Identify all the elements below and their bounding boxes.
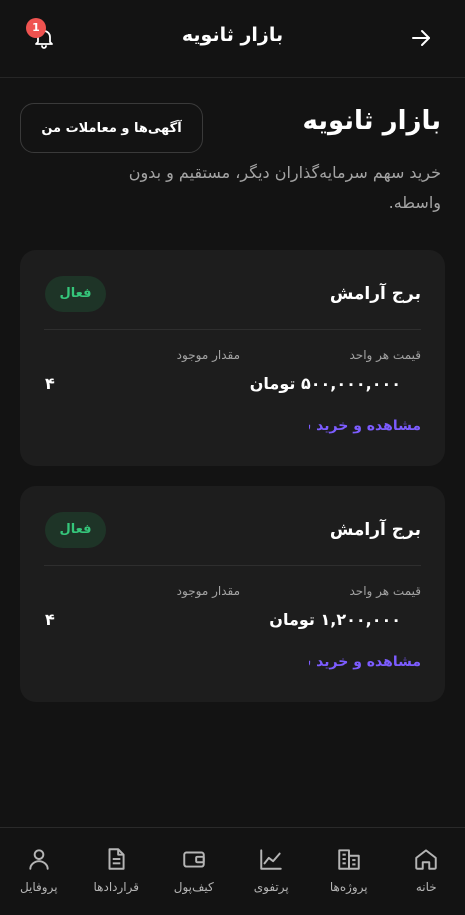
status-badge: فعال bbox=[45, 512, 106, 548]
price-label: قیمت هر واحد bbox=[349, 348, 421, 362]
nav-item-contracts[interactable]: قراردادها bbox=[78, 828, 156, 915]
listing-card: برج آرامش فعال قیمت هر واحد مقدار موجود … bbox=[20, 486, 445, 702]
price-label: قیمت هر واحد bbox=[349, 584, 421, 598]
nav-label: کیف‌پول bbox=[173, 880, 214, 894]
quantity-label: مقدار موجود bbox=[176, 584, 240, 598]
status-badge: فعال bbox=[45, 276, 106, 312]
listing-name: برج آرامش bbox=[329, 520, 421, 540]
quantity-value: ۴ bbox=[45, 610, 55, 629]
nav-label: پروفایل bbox=[19, 880, 58, 894]
chart-icon bbox=[260, 849, 282, 870]
price-value: ۱,۲۰۰,۰۰۰ تومان bbox=[269, 610, 401, 629]
wallet-icon bbox=[183, 851, 205, 868]
notification-badge: 1 bbox=[26, 18, 46, 38]
arrow-right-icon[interactable] bbox=[409, 26, 433, 50]
document-icon bbox=[108, 848, 125, 870]
top-app-bar: بازار ثانویه 1 bbox=[0, 0, 465, 78]
page-title: بازار ثانویه bbox=[302, 106, 441, 136]
nav-label: پروژه‌ها bbox=[329, 880, 368, 894]
nav-item-wallet[interactable]: کیف‌پول bbox=[155, 828, 233, 915]
home-icon bbox=[415, 849, 437, 870]
my-ads-and-trades-button[interactable]: آگهی‌ها و معاملات من bbox=[20, 103, 203, 153]
nav-label: قراردادها bbox=[93, 880, 140, 894]
price-value: ۵۰۰,۰۰۰,۰۰۰ تومان bbox=[249, 374, 401, 393]
card-divider bbox=[44, 329, 421, 330]
view-and-buy-link[interactable]: مشاهده و خرید سهم bbox=[309, 418, 421, 434]
view-and-buy-link[interactable]: مشاهده و خرید سهم bbox=[309, 654, 421, 670]
nav-item-portfolio[interactable]: پرتفوی bbox=[233, 828, 311, 915]
nav-label: خانه bbox=[415, 880, 437, 894]
quantity-value: ۴ bbox=[45, 374, 55, 393]
nav-label: پرتفوی bbox=[253, 880, 289, 894]
listing-card: برج آرامش فعال قیمت هر واحد مقدار موجود … bbox=[20, 250, 445, 466]
listing-name: برج آرامش bbox=[329, 284, 421, 304]
buildings-icon bbox=[338, 849, 360, 870]
nav-item-profile[interactable]: پروفایل bbox=[0, 828, 78, 915]
header-title: بازار ثانویه bbox=[181, 24, 284, 46]
user-icon bbox=[29, 849, 49, 870]
bottom-navigation: خانه پروژه‌ها پرتفوی کیف‌پول bbox=[0, 827, 465, 915]
quantity-label: مقدار موجود bbox=[176, 348, 240, 362]
page-subtitle: خرید سهم سرمایه‌گذاران دیگر، مستقیم و بد… bbox=[128, 163, 441, 212]
nav-item-projects[interactable]: پروژه‌ها bbox=[310, 828, 388, 915]
card-divider bbox=[44, 565, 421, 566]
nav-item-home[interactable]: خانه bbox=[388, 828, 465, 915]
